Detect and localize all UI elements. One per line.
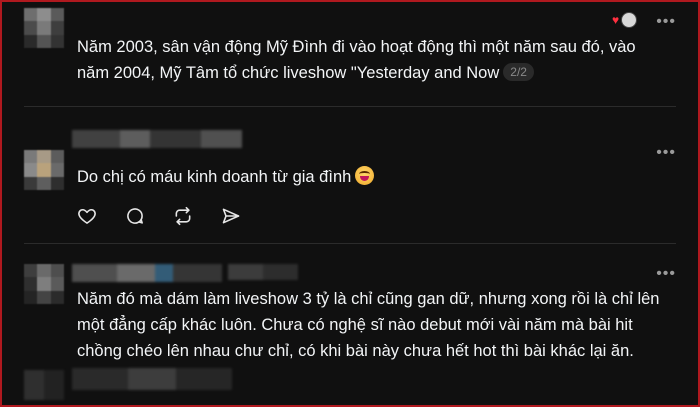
timestamp-redacted [228, 264, 298, 280]
heart-icon [78, 208, 96, 224]
next-avatar-redacted [24, 370, 64, 400]
comment-button[interactable] [124, 205, 146, 227]
comment-text: Năm đó mà dám làm liveshow 3 tỷ là chỉ c… [77, 290, 660, 360]
username-redacted[interactable] [72, 130, 242, 148]
more-options-button[interactable]: ••• [656, 14, 676, 30]
grinning-face-emoji-icon [355, 166, 375, 185]
comment-text: Do chị có máu kinh doanh từ gia đình [77, 164, 637, 190]
like-button[interactable] [76, 205, 98, 227]
next-comment-redacted [72, 368, 232, 390]
avatar[interactable] [24, 150, 64, 190]
avatar[interactable] [24, 264, 64, 304]
avatar[interactable] [24, 8, 64, 48]
more-options-button[interactable]: ••• [656, 266, 676, 282]
repost-icon [175, 206, 191, 226]
reaction-indicator[interactable]: ♥ [612, 12, 640, 28]
reactor-avatar [621, 12, 637, 28]
page-indicator[interactable]: 2/2 [503, 63, 534, 81]
divider [24, 106, 676, 107]
action-bar [76, 205, 242, 227]
more-options-button[interactable]: ••• [656, 145, 676, 161]
share-icon [222, 208, 240, 224]
divider [24, 243, 676, 244]
comment-body: Do chị có máu kinh doanh từ gia đình [77, 168, 352, 186]
comment-icon [127, 208, 143, 224]
comment-text: Năm 2003, sân vận động Mỹ Đình đi vào ho… [77, 34, 637, 86]
share-button[interactable] [220, 205, 242, 227]
repost-button[interactable] [172, 205, 194, 227]
thread-frame: ♥ ••• Năm 2003, sân vận động Mỹ Đình đi … [0, 0, 700, 407]
comment-body: Năm 2003, sân vận động Mỹ Đình đi vào ho… [77, 38, 636, 82]
username-redacted[interactable] [72, 264, 222, 282]
